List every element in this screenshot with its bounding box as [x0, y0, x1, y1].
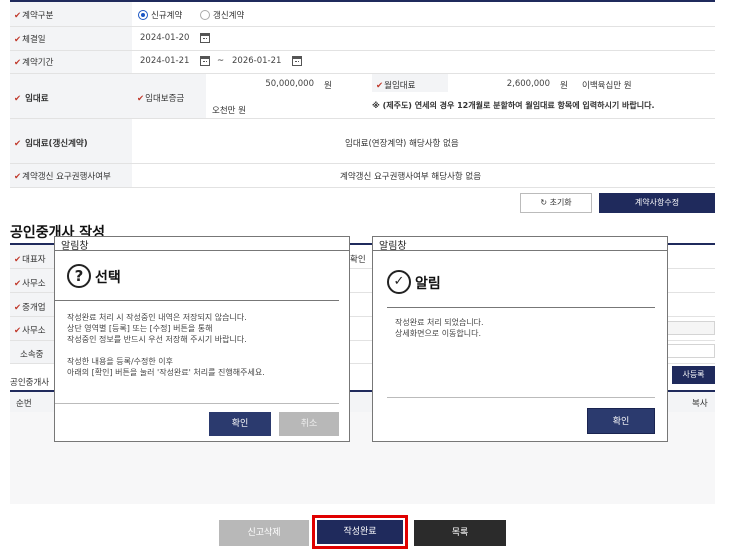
radio-new-contract[interactable]	[138, 10, 148, 20]
modal-head-sep	[387, 307, 655, 308]
rent-renewal-value: 임대료(연장계약) 해당사항 없음	[345, 139, 459, 149]
agent-list-label: 공인중개사	[10, 378, 50, 388]
row-line	[10, 163, 715, 164]
monthly-input[interactable]: 2,600,000	[454, 77, 554, 91]
delete-report-button[interactable]: 신고삭제	[219, 520, 309, 546]
row-line	[10, 187, 715, 188]
row-line	[10, 26, 715, 27]
alert-confirm-button[interactable]: 확인	[587, 408, 655, 434]
select-modal-body: 작성완료 처리 시 작성중인 내역은 저장되지 않습니다. 상단 영역별 [등록…	[67, 313, 265, 377]
reset-button[interactable]: ↻ 초기화	[520, 193, 592, 213]
rent-renewal-label: ✔ 임대료(갱신계약)	[14, 139, 88, 149]
agent-row-label: ✔사무소	[14, 279, 46, 289]
modal-title-sep	[373, 250, 667, 251]
modal-footer-sep	[55, 403, 339, 404]
agent-input-partial[interactable]	[660, 321, 715, 335]
register-button-partial[interactable]: 사등록	[672, 366, 715, 384]
monthly-label: ✔월임대료	[376, 81, 416, 91]
modify-contract-button[interactable]: 계약사항수정	[599, 193, 715, 213]
calendar-icon[interactable]	[200, 56, 210, 66]
conclusion-date-input[interactable]: 2024-01-20	[136, 31, 194, 45]
question-icon: ?	[67, 264, 91, 288]
modal-footer-sep	[387, 397, 655, 398]
contract-type-label: ✔계약구분	[14, 11, 54, 21]
period-end-input[interactable]: 2026-01-21	[228, 54, 286, 68]
select-confirm-button[interactable]: 확인	[209, 412, 271, 436]
row-line	[10, 73, 715, 74]
renewal-right-value: 계약갱신 요구권행사여부 해당사항 없음	[340, 172, 482, 182]
modal-title-sep	[55, 250, 349, 251]
alert-modal-heading: 알림	[415, 276, 441, 292]
list-button[interactable]: 목록	[414, 520, 506, 546]
modal-head-sep	[55, 300, 339, 301]
rent-label: ✔ 임대료	[14, 94, 49, 104]
rent-note: ※ (제주도) 연세의 경우 12개월로 분할하여 월임대료 항목에 입력하시기…	[372, 101, 655, 110]
period-start-input[interactable]: 2024-01-21	[136, 54, 194, 68]
alert-modal-body: 작성완료 처리 되었습니다. 상세화면으로 이동합니다.	[395, 318, 484, 338]
contract-period-label: ✔계약기간	[14, 58, 54, 68]
radio-renewal-contract[interactable]	[200, 10, 210, 20]
deposit-input[interactable]: 50,000,000	[208, 77, 318, 91]
agent-input-partial[interactable]	[660, 344, 715, 358]
col-num-header: 순번	[16, 399, 32, 409]
calendar-icon[interactable]	[292, 56, 302, 66]
agent-row-label: ✔중개업	[14, 303, 46, 313]
renewal-right-label: ✔계약갱신 요구권행사여부	[14, 172, 111, 182]
conclusion-date-label: ✔체결일	[14, 35, 46, 45]
alert-modal: 알림창 ✓ 알림 작성완료 처리 되었습니다. 상세화면으로 이동합니다. 확인	[372, 236, 668, 442]
row-line	[10, 118, 715, 119]
row-line	[10, 50, 715, 51]
select-modal: 알림창 ? 선택 작성완료 처리 시 작성중인 내역은 저장되지 않습니다. 상…	[54, 236, 350, 442]
radio-renewal-label: 갱신계약	[213, 11, 245, 21]
complete-button[interactable]: 작성완료	[317, 520, 403, 544]
radio-new-label: 신규계약	[151, 11, 183, 21]
period-separator: ~	[217, 56, 225, 66]
refresh-icon: ↻	[540, 198, 550, 207]
monthly-unit: 원	[560, 81, 568, 91]
select-cancel-button[interactable]: 취소	[279, 412, 339, 436]
select-modal-heading: 선택	[95, 270, 121, 286]
agent-row-label: ✔대표자	[14, 255, 46, 265]
deposit-label: ✔임대보증금	[137, 94, 185, 104]
calendar-icon[interactable]	[200, 33, 210, 43]
deposit-korean: 오천만 원	[212, 106, 246, 116]
agent-sub-label: 소속중	[20, 350, 44, 360]
agent-row-label: ✔사무소	[14, 326, 46, 336]
confirm-fragment: 확인	[350, 255, 366, 265]
check-circle-icon: ✓	[387, 270, 411, 294]
monthly-korean: 이백육십만 원	[582, 81, 632, 91]
deposit-unit: 원	[324, 81, 332, 91]
col-copy-header: 복사	[692, 399, 708, 409]
